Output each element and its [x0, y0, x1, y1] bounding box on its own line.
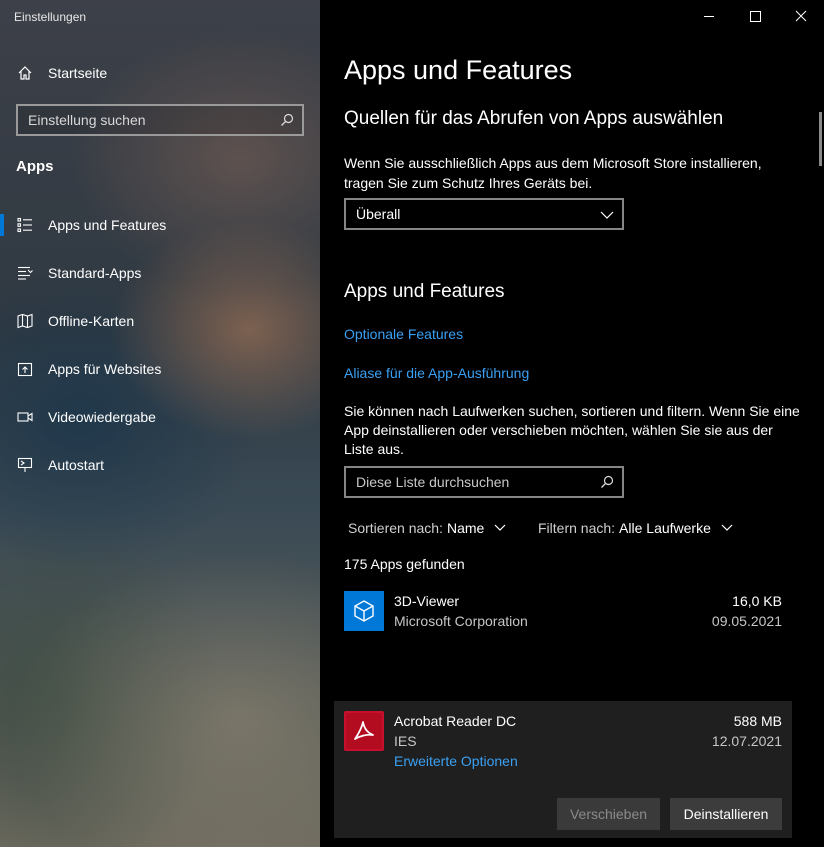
app-size: 16,0 KB	[732, 593, 782, 609]
move-button[interactable]: Verschieben	[557, 798, 660, 830]
sidebar-item-label: Offline-Karten	[48, 313, 135, 329]
sidebar-item-label: Apps und Features	[48, 217, 167, 233]
settings-search-input[interactable]	[28, 106, 268, 134]
sidebar: Einstellungen Startseite Apps Apps und F…	[0, 0, 320, 847]
sidebar-section-heading: Apps	[16, 158, 54, 175]
search-icon[interactable]	[600, 475, 614, 489]
filter-dropdown[interactable]: Filtern nach: Alle Laufwerke	[538, 520, 733, 536]
optional-features-link[interactable]: Optionale Features	[344, 326, 463, 342]
app-source-dropdown[interactable]: Überall	[344, 198, 624, 230]
sidebar-home-label: Startseite	[48, 65, 108, 81]
apps-websites-icon	[17, 361, 33, 377]
startup-icon	[17, 457, 33, 473]
app-date: 12.07.2021	[711, 733, 782, 749]
app-name: 3D-Viewer	[394, 593, 460, 609]
close-icon	[795, 10, 807, 22]
home-icon	[17, 65, 33, 81]
apps-features-heading: Apps und Features	[344, 281, 505, 302]
app-list-search-box[interactable]	[344, 466, 624, 498]
app-list-item[interactable]: 3D-Viewer Microsoft Corporation 16,0 KB …	[334, 583, 792, 643]
app-size: 588 MB	[733, 713, 782, 729]
acrobat-icon	[344, 711, 384, 751]
app-publisher: IES	[394, 733, 417, 749]
sidebar-item-default-apps[interactable]: Standard-Apps	[0, 253, 320, 293]
3d-viewer-icon	[344, 591, 384, 631]
advanced-options-link[interactable]: Erweiterte Optionen	[394, 753, 518, 769]
search-icon[interactable]	[280, 113, 294, 127]
maximize-button[interactable]	[732, 0, 778, 32]
offline-maps-icon	[17, 313, 33, 329]
sources-description: Wenn Sie ausschließlich Apps aus dem Mic…	[344, 155, 762, 191]
sidebar-item-label: Videowiedergabe	[48, 409, 156, 425]
app-publisher: Microsoft Corporation	[394, 613, 528, 629]
sidebar-item-label: Standard-Apps	[48, 265, 142, 281]
close-button[interactable]	[778, 0, 824, 32]
sort-label: Sortieren nach:	[348, 520, 443, 536]
minimize-button[interactable]	[686, 0, 732, 32]
app-name: Acrobat Reader DC	[394, 713, 517, 729]
apps-features-icon	[17, 217, 33, 233]
filter-value: Alle Laufwerke	[619, 520, 711, 536]
settings-search-box[interactable]	[16, 104, 304, 136]
sort-value: Name	[446, 520, 485, 536]
sidebar-item-apps-features[interactable]: Apps und Features	[0, 205, 320, 245]
minimize-icon	[704, 16, 714, 17]
app-list-item-selected[interactable]: Acrobat Reader DC IES 588 MB 12.07.2021 …	[334, 701, 792, 838]
chevron-down-icon	[494, 524, 506, 531]
video-playback-icon	[17, 409, 33, 425]
sidebar-item-video-playback[interactable]: Videowiedergabe	[0, 397, 320, 437]
sidebar-item-label: Autostart	[48, 457, 105, 473]
apps-count: 175 Apps gefunden	[344, 556, 465, 572]
chevron-down-icon	[600, 208, 614, 220]
list-description: Sie können nach Laufwerken suchen, sorti…	[344, 403, 800, 457]
page-title: Apps und Features	[344, 55, 573, 85]
sort-dropdown[interactable]: Sortieren nach: Name	[348, 520, 506, 536]
maximize-icon	[750, 11, 761, 22]
sidebar-home[interactable]: Startseite	[0, 53, 320, 93]
scrollbar[interactable]	[819, 112, 822, 166]
default-apps-icon	[17, 265, 33, 281]
app-source-value: Überall	[356, 206, 401, 222]
window-title: Einstellungen	[14, 10, 87, 24]
chevron-down-icon	[721, 524, 733, 531]
sidebar-item-startup[interactable]: Autostart	[0, 445, 320, 485]
filter-label: Filtern nach:	[538, 520, 616, 536]
app-aliases-link[interactable]: Aliase für die App-Ausführung	[344, 365, 529, 381]
main-content: Apps und Features Quellen für das Abrufe…	[320, 0, 824, 847]
app-date: 09.05.2021	[711, 613, 782, 629]
sidebar-item-label: Apps für Websites	[48, 361, 162, 377]
sidebar-item-offline-maps[interactable]: Offline-Karten	[0, 301, 320, 341]
uninstall-button[interactable]: Deinstallieren	[670, 798, 782, 830]
app-list-search-input[interactable]	[356, 468, 596, 496]
sidebar-item-apps-websites[interactable]: Apps für Websites	[0, 349, 320, 389]
sources-heading: Quellen für das Abrufen von Apps auswähl…	[344, 108, 724, 129]
